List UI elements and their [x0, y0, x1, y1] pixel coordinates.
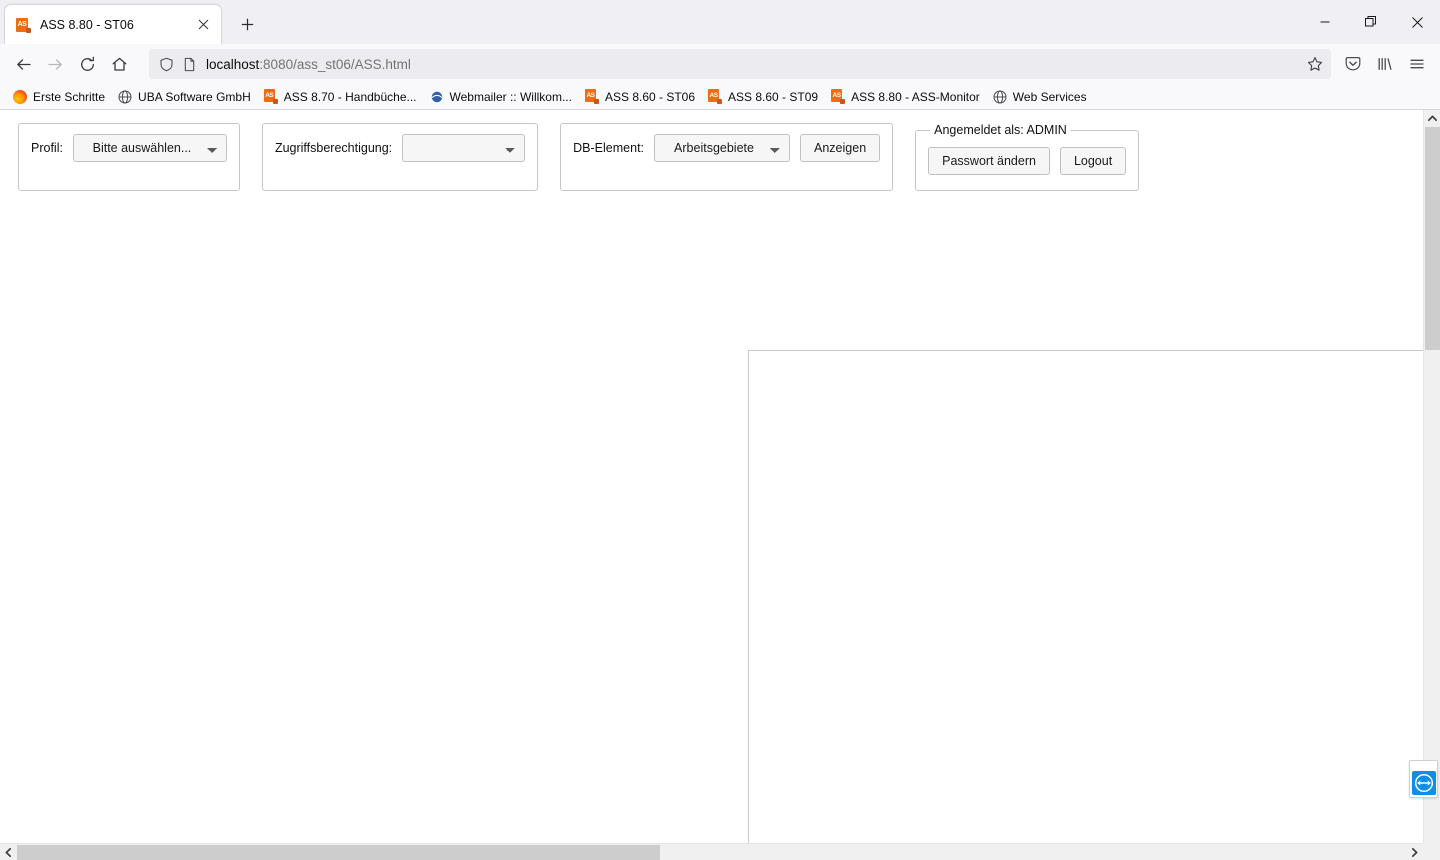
teamviewer-icon[interactable] — [1412, 771, 1436, 795]
shield-icon — [159, 57, 174, 72]
page-viewport: Profil: Bitte auswählen... Zugriffsberec… — [0, 110, 1440, 860]
bookmark-label: Web Services — [1013, 89, 1087, 105]
url-path: :8080/ass_st06/ASS.html — [259, 57, 411, 72]
change-password-button[interactable]: Passwort ändern — [928, 147, 1050, 175]
zugriffsberechtigung-group: Zugriffsberechtigung: — [262, 123, 538, 191]
ass-icon: AS — [707, 89, 723, 105]
scroll-up-icon[interactable] — [1424, 110, 1440, 127]
bookmark-web-services[interactable]: Web Services — [986, 87, 1093, 107]
ass-icon: AS — [15, 17, 31, 33]
bookmark-label: Webmailer :: Willkom... — [450, 89, 572, 105]
scroll-left-icon[interactable] — [0, 844, 17, 860]
tab-strip: AS ASS 8.80 - ST06 — [0, 0, 1440, 44]
bookmark-ass-860-st06[interactable]: AS ASS 8.60 - ST06 — [578, 87, 701, 107]
session-group: Angemeldet als: ADMIN Passwort ändern Lo… — [915, 123, 1139, 191]
vertical-scrollbar-thumb[interactable] — [1425, 127, 1440, 350]
webmailer-icon — [429, 89, 445, 105]
content-panel — [748, 350, 1423, 843]
ass-icon: AS — [584, 89, 600, 105]
horizontal-scrollbar[interactable] — [0, 843, 1440, 860]
navigation-toolbar: localhost:8080/ass_st06/ASS.html — [0, 44, 1440, 84]
tab-ass-880-st06[interactable]: AS ASS 8.80 - ST06 — [4, 4, 222, 44]
bookmark-ass-870-handbuecher[interactable]: AS ASS 8.70 - Handbüche... — [257, 87, 423, 107]
url-host: localhost — [206, 57, 259, 72]
bookmark-label: UBA Software GmbH — [138, 89, 251, 105]
zugriffsberechtigung-label: Zugriffsberechtigung: — [275, 141, 392, 155]
firefox-icon — [12, 89, 28, 105]
ass-application: Profil: Bitte auswählen... Zugriffsberec… — [0, 110, 1423, 843]
ass-toolbar: Profil: Bitte auswählen... Zugriffsberec… — [0, 110, 1423, 191]
scrollbar-corner — [1423, 843, 1440, 860]
scroll-right-icon[interactable] — [1406, 844, 1423, 860]
profil-group: Profil: Bitte auswählen... — [18, 123, 240, 191]
db-element-select[interactable]: Arbeitsgebiete — [654, 134, 790, 162]
menu-icon[interactable] — [1401, 48, 1433, 80]
bookmark-uba-software-gmbh[interactable]: UBA Software GmbH — [111, 87, 257, 107]
window-controls — [1302, 0, 1440, 44]
close-icon[interactable] — [193, 15, 213, 35]
page-icon — [182, 57, 197, 72]
globe-icon — [992, 89, 1008, 105]
bookmark-webmailer[interactable]: Webmailer :: Willkom... — [423, 87, 578, 107]
star-icon[interactable] — [1307, 56, 1323, 72]
session-legend: Angemeldet als: ADMIN — [930, 123, 1071, 137]
library-icon[interactable] — [1369, 48, 1401, 80]
ass-icon: AS — [830, 89, 846, 105]
browser-window: AS ASS 8.80 - ST06 — [0, 0, 1440, 860]
profil-select[interactable]: Bitte auswählen... — [73, 134, 227, 162]
teamviewer-widget[interactable] — [1409, 760, 1438, 798]
close-window-button[interactable] — [1394, 0, 1440, 44]
db-element-label: DB-Element: — [573, 141, 644, 155]
bookmark-label: Erste Schritte — [33, 89, 105, 105]
toolbar-right — [1337, 48, 1433, 80]
tab-title: ASS 8.80 - ST06 — [40, 18, 193, 32]
profil-label: Profil: — [31, 141, 63, 155]
anzeigen-button[interactable]: Anzeigen — [800, 134, 880, 162]
back-icon[interactable] — [7, 48, 39, 80]
bookmark-erste-schritte[interactable]: Erste Schritte — [6, 87, 111, 107]
maximize-button[interactable] — [1348, 0, 1394, 44]
bookmark-label: ASS 8.60 - ST06 — [605, 89, 695, 105]
bookmark-label: ASS 8.60 - ST09 — [728, 89, 818, 105]
home-icon[interactable] — [103, 48, 135, 80]
url-text[interactable]: localhost:8080/ass_st06/ASS.html — [206, 57, 1301, 72]
logout-button[interactable]: Logout — [1060, 147, 1126, 175]
db-element-group: DB-Element: Arbeitsgebiete Anzeigen — [560, 123, 893, 191]
ass-icon: AS — [263, 89, 279, 105]
minimize-button[interactable] — [1302, 0, 1348, 44]
zugriffsberechtigung-select[interactable] — [402, 134, 525, 162]
horizontal-scrollbar-thumb[interactable] — [17, 845, 660, 860]
bookmark-ass-860-st09[interactable]: AS ASS 8.60 - ST09 — [701, 87, 824, 107]
bookmarks-bar: Erste Schritte UBA Software GmbH AS ASS … — [0, 84, 1440, 110]
bookmark-label: ASS 8.70 - Handbüche... — [284, 89, 417, 105]
bookmark-label: ASS 8.80 - ASS-Monitor — [851, 89, 980, 105]
bookmark-ass-880-ass-monitor[interactable]: AS ASS 8.80 - ASS-Monitor — [824, 87, 986, 107]
reload-icon[interactable] — [71, 48, 103, 80]
forward-icon[interactable] — [39, 48, 71, 80]
globe-icon — [117, 89, 133, 105]
vertical-scrollbar[interactable] — [1423, 110, 1440, 843]
url-bar[interactable]: localhost:8080/ass_st06/ASS.html — [149, 49, 1331, 79]
new-tab-button[interactable] — [232, 9, 262, 39]
pocket-icon[interactable] — [1337, 48, 1369, 80]
